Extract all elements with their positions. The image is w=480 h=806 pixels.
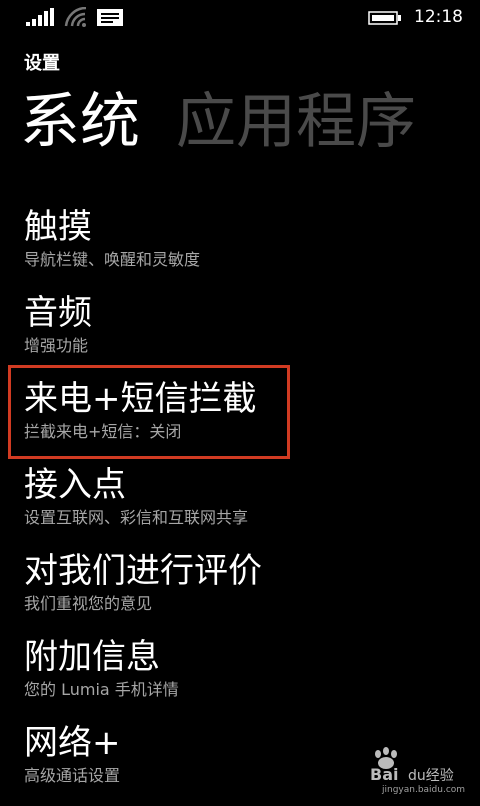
- setting-title: 接入点: [24, 465, 126, 505]
- settings-list: 触摸 导航栏键、唤醒和灵敏度 音频 增强功能 来电+短信拦截 拦截来电+短信：关…: [0, 204, 480, 806]
- pivot-header: 系统 应用程序: [20, 84, 452, 160]
- svg-text:Bai: Bai: [370, 765, 398, 784]
- svg-text:du经验: du经验: [408, 768, 454, 784]
- setting-item-rate-us[interactable]: 对我们进行评价 我们重视您的意见: [0, 548, 480, 634]
- status-bar: 12:18: [0, 0, 480, 34]
- signal-icon: [26, 8, 54, 26]
- setting-title: 附加信息: [24, 637, 160, 677]
- setting-item-extras-info[interactable]: 附加信息 您的 Lumia 手机详情: [0, 634, 480, 720]
- setting-item-access-point[interactable]: 接入点 设置互联网、彩信和互联网共享: [0, 462, 480, 548]
- setting-title: 触摸: [24, 207, 92, 247]
- battery-icon: [368, 11, 401, 25]
- setting-subtitle: 拦截来电+短信：关闭: [24, 422, 182, 441]
- baidu-jingyan-watermark-logo: Bai du经验 jingyan.baidu.com: [370, 747, 465, 794]
- message-icon: [97, 9, 123, 26]
- pivot-tab-applications[interactable]: 应用程序: [176, 84, 416, 160]
- setting-item-call-sms-filter[interactable]: 来电+短信拦截 拦截来电+短信：关闭: [0, 376, 480, 462]
- pivot-tab-system[interactable]: 系统: [20, 84, 140, 160]
- setting-subtitle: 增强功能: [24, 336, 89, 355]
- clock: 12:18: [414, 7, 463, 27]
- setting-item-audio[interactable]: 音频 增强功能: [0, 290, 480, 376]
- setting-item-touch[interactable]: 触摸 导航栏键、唤醒和灵敏度: [0, 204, 480, 290]
- app-title: 设置: [24, 53, 60, 74]
- setting-title: 音频: [24, 293, 92, 333]
- setting-subtitle: 导航栏键、唤醒和灵敏度: [24, 250, 201, 269]
- setting-title: 对我们进行评价: [24, 551, 262, 591]
- setting-title: 来电+短信拦截: [24, 379, 257, 419]
- setting-subtitle: 设置互联网、彩信和互联网共享: [24, 508, 249, 527]
- setting-subtitle: 您的 Lumia 手机详情: [24, 680, 179, 699]
- svg-text:jingyan.baidu.com: jingyan.baidu.com: [381, 785, 465, 794]
- setting-subtitle: 我们重视您的意见: [24, 594, 153, 613]
- wifi-icon: [64, 7, 87, 27]
